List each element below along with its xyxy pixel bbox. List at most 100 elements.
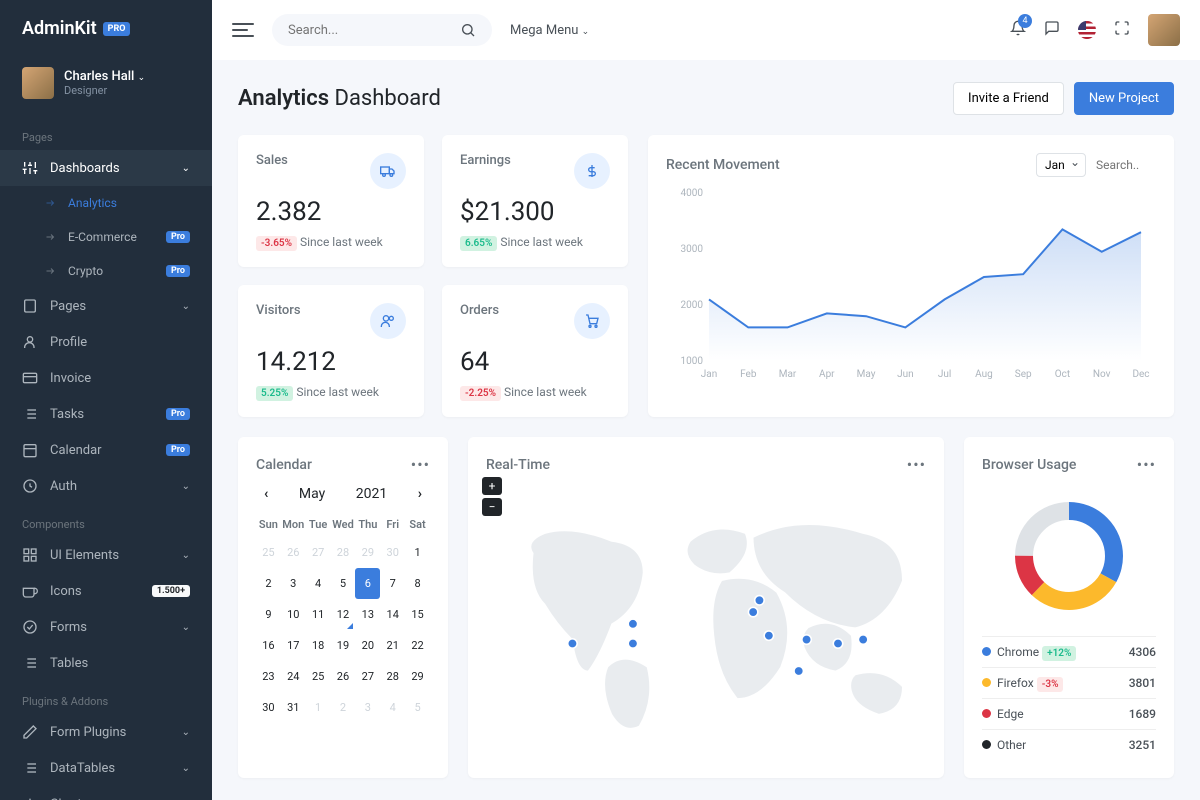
- calendar-day[interactable]: 20: [355, 630, 380, 661]
- nav-item-calendar[interactable]: CalendarPro: [0, 432, 212, 468]
- calendar-day[interactable]: 28: [380, 661, 405, 692]
- map-marker[interactable]: [858, 635, 867, 644]
- map-marker[interactable]: [628, 619, 637, 628]
- users-icon: [370, 303, 406, 339]
- calendar-day[interactable]: 10: [281, 599, 306, 630]
- sidebar-user[interactable]: Charles Hall ⌄ Designer: [0, 57, 212, 117]
- calendar-day[interactable]: 30: [380, 537, 405, 568]
- user-avatar-top[interactable]: [1148, 14, 1180, 46]
- calendar-day[interactable]: 15: [405, 599, 430, 630]
- zoom-in[interactable]: +: [482, 477, 502, 495]
- nav-item-form-plugins[interactable]: Form Plugins⌄: [0, 714, 212, 750]
- search-box[interactable]: [272, 14, 492, 46]
- calendar-day[interactable]: 17: [281, 630, 306, 661]
- calendar-day[interactable]: 9: [256, 599, 281, 630]
- movement-search[interactable]: [1096, 158, 1156, 172]
- calendar-day[interactable]: 29: [355, 537, 380, 568]
- nav-item-ui-elements[interactable]: UI Elements⌄: [0, 537, 212, 573]
- calendar-day[interactable]: 11: [306, 599, 331, 630]
- nav-item-dashboards[interactable]: Dashboards⌄: [0, 150, 212, 186]
- calendar-next[interactable]: ›: [418, 486, 422, 502]
- calendar-day[interactable]: 28: [331, 537, 356, 568]
- calendar-day[interactable]: 23: [256, 661, 281, 692]
- map-marker[interactable]: [628, 639, 637, 648]
- nav-item-tables[interactable]: Tables: [0, 645, 212, 681]
- nav-item-profile[interactable]: Profile: [0, 324, 212, 360]
- search-input[interactable]: [288, 23, 460, 38]
- map-marker[interactable]: [748, 607, 757, 616]
- page-title: Analytics Dashboard: [238, 86, 441, 111]
- calendar-menu[interactable]: •••: [411, 455, 430, 474]
- calendar-day[interactable]: 12: [331, 599, 356, 630]
- messages-icon[interactable]: [1044, 20, 1060, 40]
- invite-button[interactable]: Invite a Friend: [953, 82, 1064, 115]
- svg-text:Mar: Mar: [779, 369, 797, 380]
- calendar-day[interactable]: 19: [331, 630, 356, 661]
- map-marker[interactable]: [833, 639, 842, 648]
- calendar-day[interactable]: 2: [331, 692, 356, 723]
- calendar-day[interactable]: 5: [405, 692, 430, 723]
- map-marker[interactable]: [764, 631, 773, 640]
- calendar-day[interactable]: 7: [380, 568, 405, 599]
- calendar-day[interactable]: 5: [331, 568, 356, 599]
- calendar-day[interactable]: 24: [281, 661, 306, 692]
- nav-item-datatables[interactable]: DataTables⌄: [0, 750, 212, 786]
- calendar-day[interactable]: 3: [355, 692, 380, 723]
- mega-menu[interactable]: Mega Menu ⌄: [510, 23, 589, 38]
- calendar-day[interactable]: 25: [256, 537, 281, 568]
- calendar-day[interactable]: 22: [405, 630, 430, 661]
- calendar-day[interactable]: 30: [256, 692, 281, 723]
- calendar-day[interactable]: 1: [405, 537, 430, 568]
- nav-item-charts[interactable]: Charts⌄: [0, 786, 212, 800]
- calendar-day[interactable]: 14: [380, 599, 405, 630]
- calendar-day[interactable]: 16: [256, 630, 281, 661]
- browser-menu[interactable]: •••: [1137, 455, 1156, 474]
- nav-item-crypto[interactable]: CryptoPro: [0, 254, 212, 288]
- calendar-day[interactable]: 26: [281, 537, 306, 568]
- nav-item-e-commerce[interactable]: E-CommercePro: [0, 220, 212, 254]
- map-marker[interactable]: [794, 666, 803, 675]
- nav-item-analytics[interactable]: Analytics: [0, 186, 212, 220]
- svg-text:May: May: [857, 369, 876, 380]
- map-marker[interactable]: [568, 639, 577, 648]
- svg-text:Nov: Nov: [1093, 369, 1111, 380]
- map-marker[interactable]: [802, 635, 811, 644]
- notif-count: 4: [1018, 14, 1032, 28]
- calendar-day[interactable]: 27: [355, 661, 380, 692]
- calendar-day[interactable]: 13: [355, 599, 380, 630]
- calendar-day[interactable]: 4: [380, 692, 405, 723]
- calendar-day[interactable]: 29: [405, 661, 430, 692]
- calendar-day[interactable]: 4: [306, 568, 331, 599]
- calendar-day[interactable]: 18: [306, 630, 331, 661]
- calendar-day[interactable]: 25: [306, 661, 331, 692]
- calendar-day[interactable]: 31: [281, 692, 306, 723]
- calendar-day[interactable]: 27: [306, 537, 331, 568]
- nav-item-tasks[interactable]: TasksPro: [0, 396, 212, 432]
- realtime-menu[interactable]: •••: [907, 455, 926, 474]
- new-project-button[interactable]: New Project: [1074, 82, 1174, 115]
- world-map[interactable]: [486, 486, 926, 746]
- nav-item-invoice[interactable]: Invoice: [0, 360, 212, 396]
- notifications-icon[interactable]: 4: [1010, 20, 1026, 40]
- calendar-day[interactable]: 3: [281, 568, 306, 599]
- calendar-prev[interactable]: ‹: [264, 486, 268, 502]
- calendar-card: Calendar ••• ‹ May 2021 › SunMonTueWedTh…: [238, 437, 448, 778]
- movement-period-select[interactable]: Jan: [1036, 153, 1086, 177]
- calendar-day[interactable]: 1: [306, 692, 331, 723]
- fullscreen-icon[interactable]: [1114, 20, 1130, 40]
- calendar-day[interactable]: 26: [331, 661, 356, 692]
- calendar-day[interactable]: 2: [256, 568, 281, 599]
- nav-item-auth[interactable]: Auth⌄: [0, 468, 212, 504]
- language-flag[interactable]: [1078, 21, 1096, 39]
- nav-item-pages[interactable]: Pages⌄: [0, 288, 212, 324]
- calendar-day[interactable]: 21: [380, 630, 405, 661]
- calendar-day[interactable]: 8: [405, 568, 430, 599]
- nav-item-icons[interactable]: Icons1.500+: [0, 573, 212, 609]
- menu-toggle[interactable]: [232, 19, 254, 41]
- zoom-out[interactable]: −: [482, 498, 502, 516]
- nav-item-forms[interactable]: Forms⌄: [0, 609, 212, 645]
- brand[interactable]: AdminKit PRO: [0, 0, 212, 57]
- calendar-day[interactable]: 6: [355, 568, 380, 599]
- map-marker[interactable]: [755, 596, 764, 605]
- map-zoom: + −: [482, 477, 502, 516]
